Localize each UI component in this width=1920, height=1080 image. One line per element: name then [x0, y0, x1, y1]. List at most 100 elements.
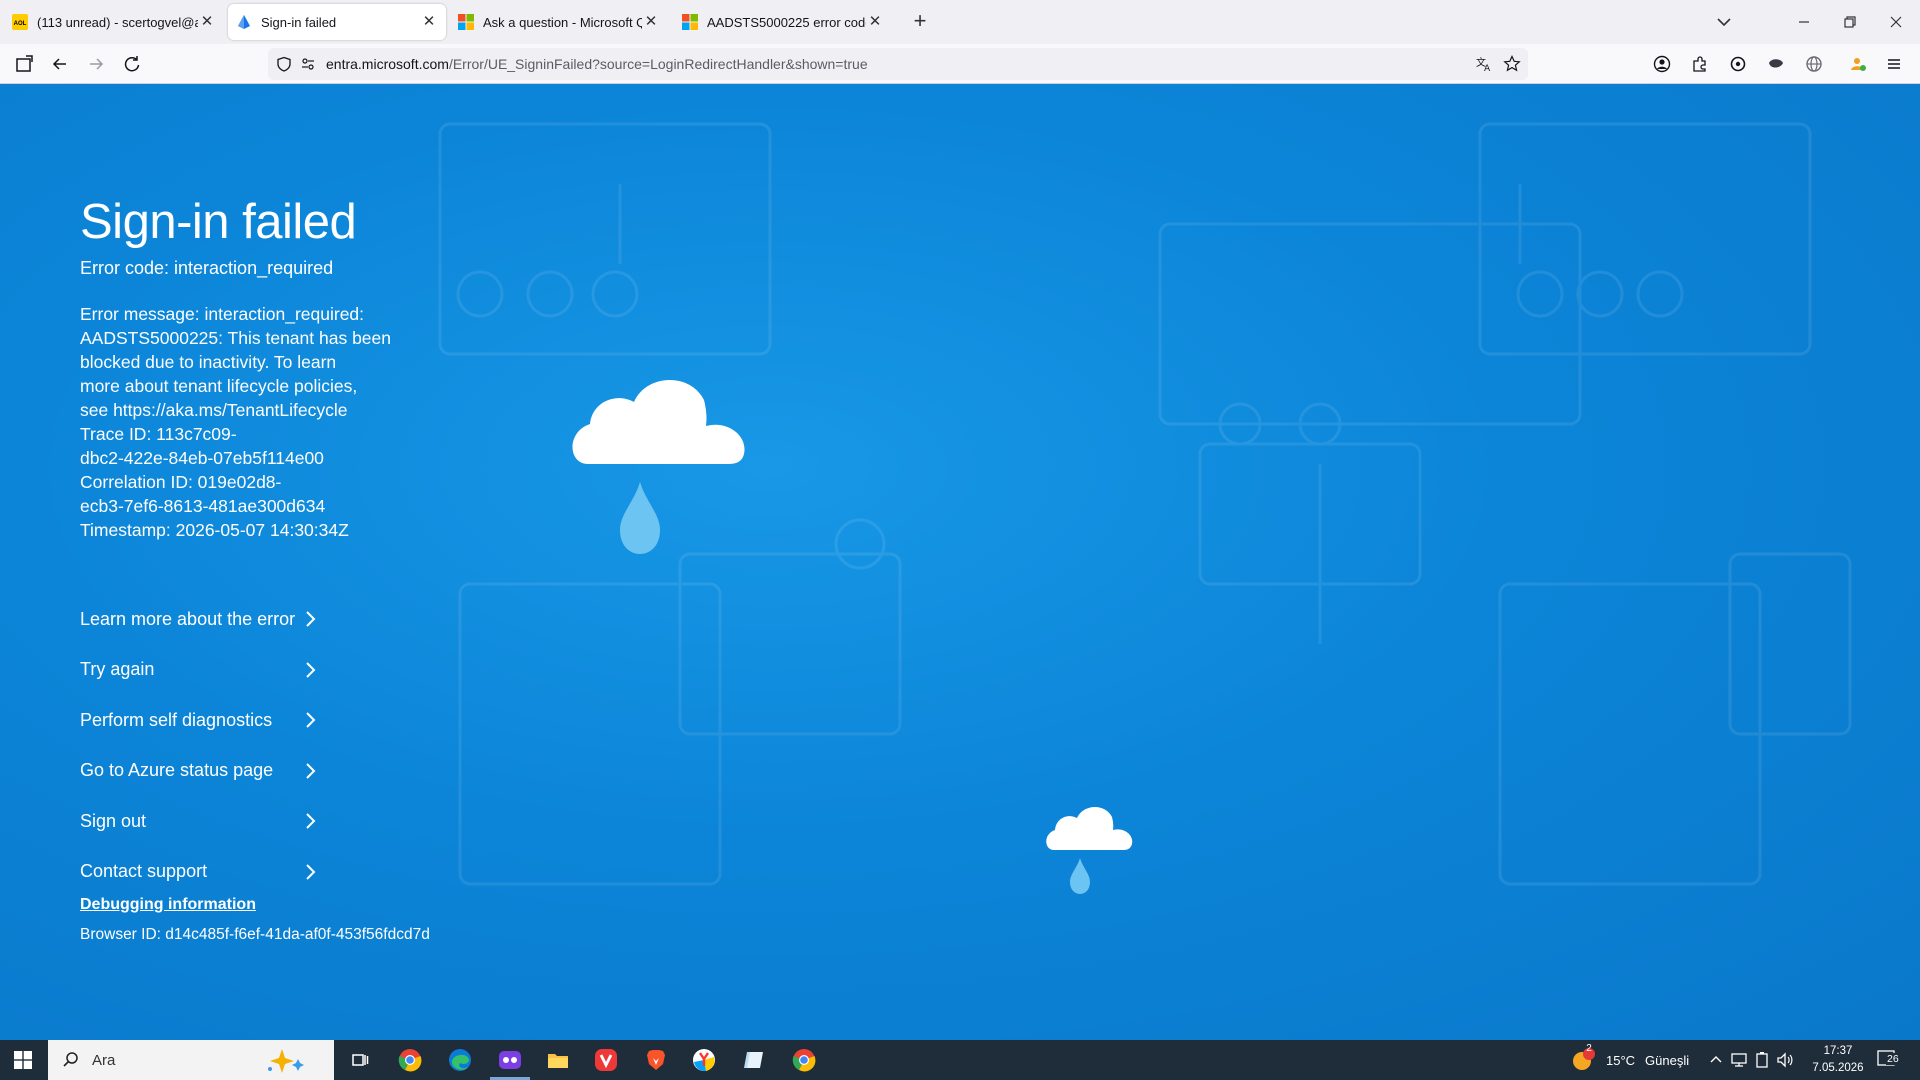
navigation-toolbar: entra.microsoft.com/Error/UE_SigninFaile… — [0, 44, 1920, 84]
error-detail-line: Correlation ID: 019e02d8- — [80, 472, 282, 492]
url-path: /Error/UE_SigninFailed?source=LoginRedir… — [448, 56, 868, 72]
list-all-tabs-icon[interactable] — [1712, 10, 1736, 34]
taskbar-file-explorer[interactable] — [534, 1040, 582, 1080]
taskbar-edge[interactable] — [436, 1040, 484, 1080]
notification-center-button[interactable]: 26 — [1876, 1040, 1902, 1080]
tab-ask-a-question[interactable]: Ask a question - Microsoft Q&A ✕ — [450, 4, 668, 40]
search-icon — [63, 1052, 78, 1067]
contact-support-link[interactable]: Contact support — [80, 847, 330, 898]
back-button[interactable] — [46, 50, 74, 78]
error-detail-line: see https://aka.ms/TenantLifecycle — [80, 400, 348, 420]
clock-date: 7.05.2026 — [1812, 1062, 1864, 1074]
self-diagnostics-link[interactable]: Perform self diagnostics — [80, 695, 330, 746]
sign-out-link[interactable]: Sign out — [80, 796, 330, 847]
sidebar-toggle-button[interactable] — [10, 50, 38, 78]
learn-more-link[interactable]: Learn more about the error — [80, 594, 330, 645]
action-links: Learn more about the error Try again Per… — [80, 594, 330, 897]
link-label: Perform self diagnostics — [80, 709, 273, 730]
forward-button[interactable] — [82, 50, 110, 78]
account-icon — [1653, 55, 1671, 73]
browser-id: Browser ID: d14c485f-f6ef-41da-af0f-453f… — [80, 926, 430, 943]
extension-button-2[interactable] — [1762, 50, 1790, 78]
url-host: entra.microsoft.com — [326, 56, 449, 72]
windows-logo-icon — [14, 1051, 32, 1069]
error-page: Sign-in failed Error code: interaction_r… — [0, 84, 1920, 1040]
weather-widget[interactable]: 2 15°C Güneşli — [1570, 1040, 1689, 1080]
link-label: Try again — [80, 659, 155, 680]
network-icon[interactable] — [1730, 1051, 1748, 1069]
reload-button[interactable] — [118, 50, 146, 78]
tab-title: AADSTS5000225 error code — — [707, 14, 866, 30]
chevron-right-icon — [306, 762, 316, 779]
restore-icon[interactable] — [1836, 8, 1864, 36]
start-button[interactable] — [0, 1040, 46, 1080]
shield-icon[interactable] — [274, 54, 294, 74]
svg-text:A: A — [1484, 64, 1491, 73]
url-text: entra.microsoft.com/Error/UE_SigninFaile… — [326, 56, 868, 72]
taskbar-clock[interactable]: 17:37 7.05.2026 — [1806, 1043, 1870, 1077]
small-rain-cloud-icon — [1046, 806, 1133, 894]
svg-text:AOL: AOL — [14, 21, 27, 27]
minimize-icon[interactable] — [1790, 8, 1818, 36]
new-tab-button[interactable]: + — [908, 10, 932, 34]
extension-button-4[interactable] — [1844, 50, 1872, 78]
microsoft-logo-icon — [682, 14, 698, 30]
taskbar-search[interactable]: Ara — [48, 1040, 334, 1080]
link-label: Learn more about the error — [80, 608, 296, 629]
tab-aol-mail[interactable]: AOL (113 unread) - scertogvel@aol.c ✕ — [4, 4, 224, 40]
error-detail-line: more about tenant lifecycle policies, — [80, 376, 358, 396]
clock-time: 17:37 — [1823, 1045, 1853, 1057]
bookmark-star-icon[interactable] — [1502, 54, 1522, 74]
brave-lion-icon — [647, 1050, 665, 1070]
close-window-icon[interactable] — [1882, 8, 1910, 36]
battery-icon[interactable] — [1754, 1051, 1770, 1069]
hamburger-menu-icon — [1888, 59, 1900, 69]
user-extension-icon — [1851, 58, 1866, 71]
link-label: Sign out — [80, 810, 147, 831]
search-placeholder: Ara — [92, 1051, 116, 1069]
volume-icon[interactable] — [1776, 1051, 1794, 1069]
chevron-right-icon — [306, 611, 316, 627]
tab-sign-in-failed[interactable]: Sign-in failed ✕ — [228, 4, 446, 40]
extension-button-1[interactable] — [1724, 50, 1752, 78]
translate-icon[interactable]: 文A — [1474, 54, 1494, 74]
weather-description: Güneşli — [1645, 1052, 1690, 1068]
extension-button-3[interactable] — [1800, 50, 1828, 78]
site-permissions-icon[interactable] — [298, 54, 318, 74]
close-tab-icon[interactable]: ✕ — [198, 13, 216, 31]
taskbar-brave[interactable] — [632, 1040, 680, 1080]
account-button[interactable] — [1648, 50, 1676, 78]
menu-button[interactable] — [1880, 50, 1908, 78]
azure-status-link[interactable]: Go to Azure status page — [80, 746, 330, 797]
close-tab-icon[interactable]: ✕ — [642, 13, 660, 31]
chevron-up-icon[interactable] — [1708, 1052, 1724, 1068]
close-tab-icon[interactable]: ✕ — [420, 13, 438, 31]
extensions-button[interactable] — [1686, 50, 1714, 78]
tab-strip: AOL (113 unread) - scertogvel@aol.c ✕ Si… — [0, 0, 1920, 44]
taskbar-app-purple[interactable] — [486, 1040, 534, 1080]
taskbar-notes-app[interactable] — [730, 1040, 778, 1080]
link-label: Contact support — [80, 861, 208, 882]
tab-aadsts-error[interactable]: AADSTS5000225 error code — ✕ — [674, 4, 892, 40]
tab-title: (113 unread) - scertogvel@aol.c — [37, 14, 198, 30]
taskbar-chrome[interactable] — [386, 1040, 434, 1080]
taskbar-chrome-2[interactable] — [780, 1040, 828, 1080]
tab-title: Sign-in failed — [261, 14, 337, 30]
windows-taskbar: Ara 2 15°C Güneşli 17:37 7.05.2026 26 — [0, 1040, 1920, 1080]
task-view-button[interactable] — [336, 1040, 384, 1080]
forward-arrow-icon — [90, 58, 104, 70]
close-tab-icon[interactable]: ✕ — [866, 13, 884, 31]
debugging-information-link[interactable]: Debugging information — [80, 896, 256, 914]
error-code: Error code: interaction_required — [80, 258, 334, 278]
system-tray — [1708, 1040, 1794, 1080]
chevron-right-icon — [306, 863, 316, 880]
error-detail-line: Error message: interaction_required: — [80, 304, 365, 324]
address-bar[interactable]: entra.microsoft.com/Error/UE_SigninFaile… — [268, 48, 1528, 80]
task-view-icon — [352, 1054, 369, 1066]
taskbar-yandex[interactable] — [680, 1040, 728, 1080]
try-again-link[interactable]: Try again — [80, 645, 330, 696]
chevron-right-icon — [306, 712, 316, 728]
error-detail-line: blocked due to inactivity. To learn — [80, 352, 337, 372]
taskbar-vivaldi[interactable] — [582, 1040, 630, 1080]
yandex-browser-icon — [693, 1049, 715, 1072]
